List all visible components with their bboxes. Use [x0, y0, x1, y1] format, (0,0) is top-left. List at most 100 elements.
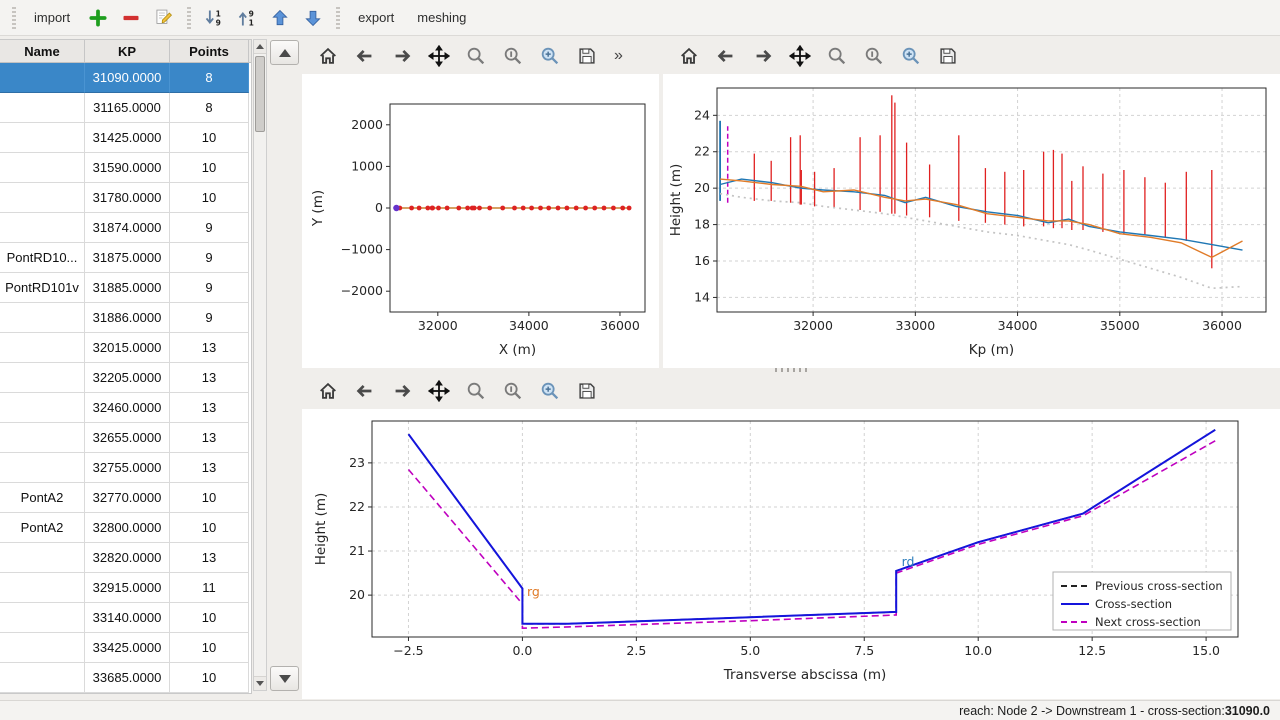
- points-cell[interactable]: 10: [170, 483, 249, 513]
- move-down-button[interactable]: [299, 4, 327, 32]
- kp-cell[interactable]: 31875.0000: [85, 243, 170, 273]
- points-cell[interactable]: 10: [170, 183, 249, 213]
- table-row[interactable]: 32460.000013: [0, 393, 251, 423]
- name-cell[interactable]: [0, 213, 85, 243]
- name-cell[interactable]: [0, 663, 85, 693]
- edit-section-button[interactable]: [150, 4, 178, 32]
- toolbar-grip[interactable]: [12, 7, 16, 29]
- table-row[interactable]: 32015.000013: [0, 333, 251, 363]
- points-cell[interactable]: 13: [170, 363, 249, 393]
- toolbar-home-button[interactable]: [316, 379, 340, 403]
- table-row[interactable]: 31874.00009: [0, 213, 251, 243]
- points-cell[interactable]: 8: [170, 63, 249, 93]
- export-menu-button[interactable]: export: [349, 6, 403, 29]
- table-row[interactable]: 31886.00009: [0, 303, 251, 333]
- toolbar-pan-button[interactable]: [788, 44, 812, 68]
- name-cell[interactable]: [0, 63, 85, 93]
- table-row[interactable]: 33425.000010: [0, 633, 251, 663]
- name-cell[interactable]: PontRD10...: [0, 243, 85, 273]
- points-cell[interactable]: 10: [170, 663, 249, 693]
- scrollbar-up-arrow[interactable]: [254, 40, 266, 54]
- kp-cell[interactable]: 31886.0000: [85, 303, 170, 333]
- toolbar-grip[interactable]: [336, 7, 340, 29]
- name-cell[interactable]: [0, 543, 85, 573]
- table-row[interactable]: 33140.000010: [0, 603, 251, 633]
- points-cell[interactable]: 9: [170, 273, 249, 303]
- points-cell[interactable]: 11: [170, 573, 249, 603]
- points-cell[interactable]: 10: [170, 603, 249, 633]
- kp-cell[interactable]: 31885.0000: [85, 273, 170, 303]
- cross-section-chart[interactable]: −2.50.02.55.07.510.012.515.020212223Tran…: [302, 409, 1280, 699]
- toolbar-save-button[interactable]: [575, 379, 599, 403]
- kp-cell[interactable]: 32915.0000: [85, 573, 170, 603]
- kp-cell[interactable]: 32655.0000: [85, 423, 170, 453]
- toolbar-subplots-button[interactable]: [501, 44, 525, 68]
- kp-cell[interactable]: 31165.0000: [85, 93, 170, 123]
- points-cell[interactable]: 13: [170, 333, 249, 363]
- points-cell[interactable]: 13: [170, 453, 249, 483]
- table-row[interactable]: 31425.000010: [0, 123, 251, 153]
- name-cell[interactable]: [0, 123, 85, 153]
- name-cell[interactable]: [0, 453, 85, 483]
- name-cell[interactable]: PontRD101v: [0, 273, 85, 303]
- toolbar-save-button[interactable]: [575, 44, 599, 68]
- add-section-button[interactable]: [84, 4, 112, 32]
- table-row[interactable]: 32820.000013: [0, 543, 251, 573]
- toolbar-grip[interactable]: [187, 7, 191, 29]
- toolbar-customize-button[interactable]: [538, 44, 562, 68]
- remove-section-button[interactable]: [117, 4, 145, 32]
- name-cell[interactable]: [0, 183, 85, 213]
- toolbar-zoom-button[interactable]: [825, 44, 849, 68]
- toolbar-subplots-button[interactable]: [501, 379, 525, 403]
- name-cell[interactable]: [0, 423, 85, 453]
- table-row[interactable]: 31165.00008: [0, 93, 251, 123]
- toolbar-home-button[interactable]: [316, 44, 340, 68]
- toolbar-forward-button[interactable]: [390, 379, 414, 403]
- table-row[interactable]: 31590.000010: [0, 153, 251, 183]
- kp-cell[interactable]: 33140.0000: [85, 603, 170, 633]
- longitudinal-profile-chart[interactable]: 3200033000340003500036000141618202224Kp …: [663, 74, 1280, 368]
- table-row[interactable]: PontA232770.000010: [0, 483, 251, 513]
- points-cell[interactable]: 10: [170, 153, 249, 183]
- name-cell[interactable]: [0, 603, 85, 633]
- points-cell[interactable]: 9: [170, 213, 249, 243]
- next-section-button[interactable]: [270, 666, 299, 691]
- toolbar-customize-button[interactable]: [538, 379, 562, 403]
- points-cell[interactable]: 10: [170, 123, 249, 153]
- name-cell[interactable]: [0, 93, 85, 123]
- table-row[interactable]: 32915.000011: [0, 573, 251, 603]
- toolbar-back-button[interactable]: [353, 44, 377, 68]
- points-cell[interactable]: 8: [170, 93, 249, 123]
- toolbar-customize-button[interactable]: [899, 44, 923, 68]
- meshing-menu-button[interactable]: meshing: [408, 6, 475, 29]
- column-header-name[interactable]: Name: [0, 40, 85, 62]
- name-cell[interactable]: [0, 573, 85, 603]
- points-cell[interactable]: 10: [170, 633, 249, 663]
- scrollbar-down-arrow[interactable]: [254, 676, 266, 690]
- points-cell[interactable]: 13: [170, 393, 249, 423]
- toolbar-zoom-button[interactable]: [464, 44, 488, 68]
- kp-cell[interactable]: 32800.0000: [85, 513, 170, 543]
- kp-cell[interactable]: 31590.0000: [85, 153, 170, 183]
- name-cell[interactable]: PontA2: [0, 513, 85, 543]
- kp-cell[interactable]: 32015.0000: [85, 333, 170, 363]
- toolbar-pan-button[interactable]: [427, 44, 451, 68]
- table-row[interactable]: PontRD10...31875.00009: [0, 243, 251, 273]
- table-row[interactable]: 32755.000013: [0, 453, 251, 483]
- toolbar-save-button[interactable]: [936, 44, 960, 68]
- toolbar-forward-button[interactable]: [751, 44, 775, 68]
- previous-section-button[interactable]: [270, 40, 299, 65]
- scrollbar-thumb[interactable]: [255, 56, 265, 132]
- toolbar-home-button[interactable]: [677, 44, 701, 68]
- points-cell[interactable]: 13: [170, 543, 249, 573]
- kp-cell[interactable]: 31780.0000: [85, 183, 170, 213]
- sort-ascending-button[interactable]: 1 9: [200, 4, 228, 32]
- toolbar-back-button[interactable]: [353, 379, 377, 403]
- name-cell[interactable]: [0, 363, 85, 393]
- move-up-button[interactable]: [266, 4, 294, 32]
- table-row[interactable]: PontRD101v31885.00009: [0, 273, 251, 303]
- kp-cell[interactable]: 32755.0000: [85, 453, 170, 483]
- name-cell[interactable]: [0, 393, 85, 423]
- import-menu-button[interactable]: import: [25, 6, 79, 29]
- points-cell[interactable]: 13: [170, 423, 249, 453]
